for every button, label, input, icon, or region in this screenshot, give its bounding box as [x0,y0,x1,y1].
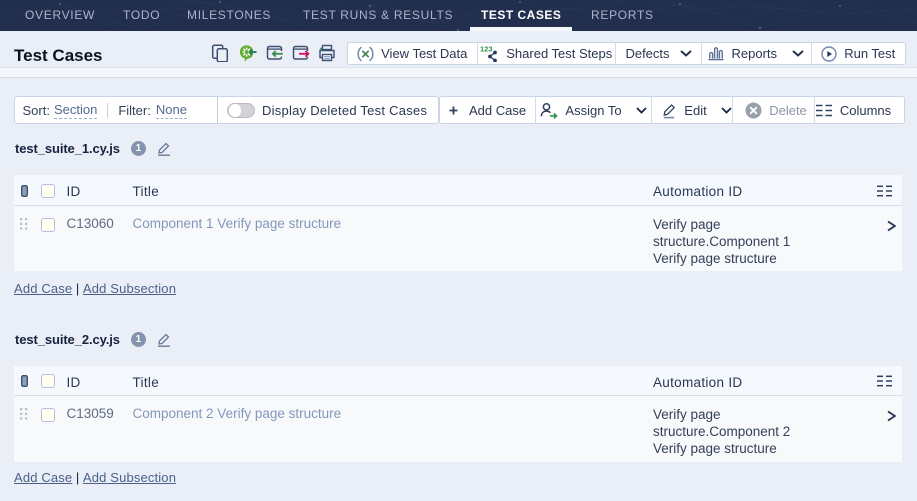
svg-text:123: 123 [480,45,493,54]
